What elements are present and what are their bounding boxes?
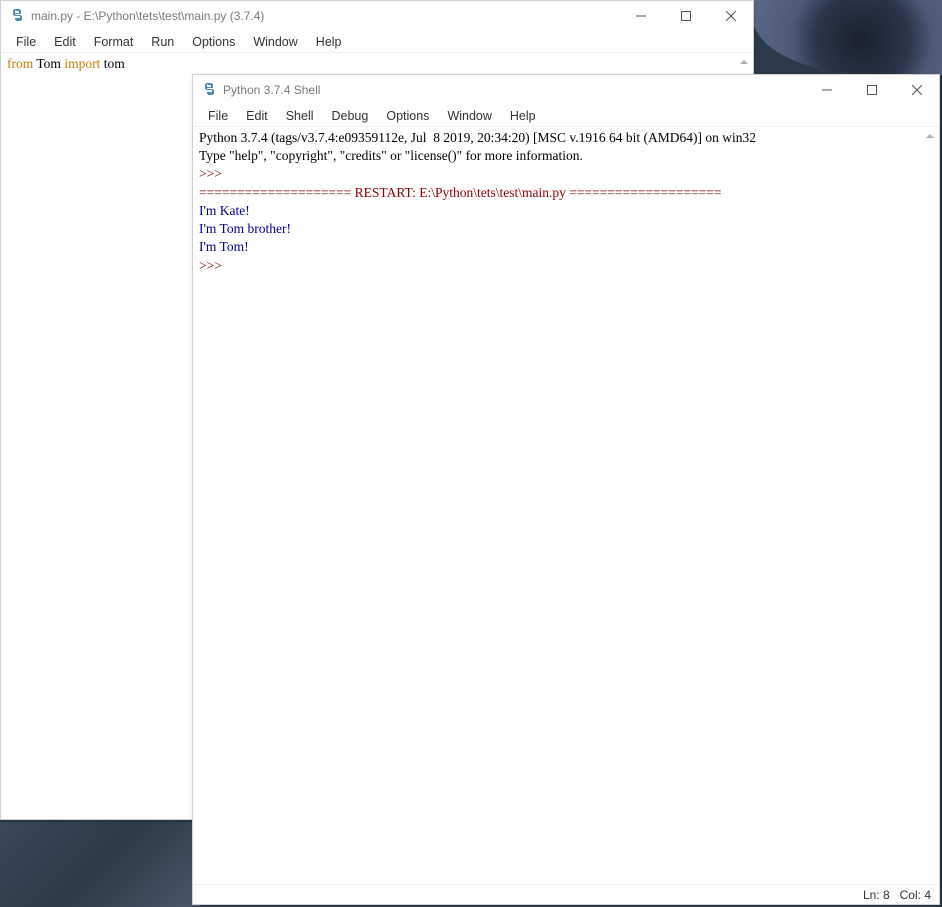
module-name: Tom	[33, 56, 64, 71]
editor-window-controls	[618, 1, 753, 31]
close-button[interactable]	[708, 1, 753, 31]
desktop-background-top	[752, 0, 942, 75]
shell-menubar: File Edit Shell Debug Options Window Hel…	[193, 105, 939, 127]
menu-file[interactable]: File	[199, 107, 237, 125]
minimize-button[interactable]	[804, 75, 849, 105]
menu-format[interactable]: Format	[85, 33, 143, 51]
editor-titlebar[interactable]: main.py - E:\Python\tets\test\main.py (3…	[1, 1, 753, 31]
menu-options[interactable]: Options	[377, 107, 438, 125]
editor-title: main.py - E:\Python\tets\test\main.py (3…	[31, 9, 618, 23]
shell-window-controls	[804, 75, 939, 105]
shell-titlebar[interactable]: Python 3.7.4 Shell	[193, 75, 939, 105]
code-line-1: from Tom import tom	[7, 55, 747, 73]
shell-banner-1: Python 3.7.4 (tags/v3.7.4:e09359112e, Ju…	[199, 129, 933, 147]
scroll-up-icon[interactable]	[923, 129, 937, 143]
menu-file[interactable]: File	[7, 33, 45, 51]
keyword-from: from	[7, 56, 33, 71]
desktop-background-bottom	[0, 822, 200, 907]
close-button[interactable]	[894, 75, 939, 105]
shell-output-1: I'm Kate!	[199, 202, 933, 220]
menu-options[interactable]: Options	[183, 33, 244, 51]
status-line: Ln: 8	[863, 888, 890, 902]
shell-restart-line: ==================== RESTART: E:\Python\…	[199, 184, 933, 202]
python-icon	[9, 8, 25, 24]
menu-edit[interactable]: Edit	[45, 33, 85, 51]
shell-output-3: I'm Tom!	[199, 238, 933, 256]
status-col: Col: 4	[900, 888, 931, 902]
editor-menubar: File Edit Format Run Options Window Help	[1, 31, 753, 53]
shell-title: Python 3.7.4 Shell	[223, 83, 804, 97]
menu-window[interactable]: Window	[244, 33, 306, 51]
shell-prompt-2: >>>	[199, 257, 933, 275]
idle-shell-window: Python 3.7.4 Shell File Edit Shell Debug…	[192, 74, 940, 905]
menu-debug[interactable]: Debug	[323, 107, 378, 125]
shell-prompt-1: >>>	[199, 165, 933, 183]
menu-shell[interactable]: Shell	[277, 107, 323, 125]
shell-statusbar: Ln: 8 Col: 4	[193, 884, 939, 904]
minimize-button[interactable]	[618, 1, 663, 31]
maximize-button[interactable]	[849, 75, 894, 105]
menu-edit[interactable]: Edit	[237, 107, 277, 125]
import-name: tom	[100, 56, 124, 71]
scroll-up-icon[interactable]	[737, 55, 751, 69]
shell-banner-2: Type "help", "copyright", "credits" or "…	[199, 147, 933, 165]
shell-output-2: I'm Tom brother!	[199, 220, 933, 238]
python-icon	[201, 82, 217, 98]
keyword-import: import	[64, 56, 100, 71]
shell-content[interactable]: Python 3.7.4 (tags/v3.7.4:e09359112e, Ju…	[193, 127, 939, 884]
menu-run[interactable]: Run	[142, 33, 183, 51]
maximize-button[interactable]	[663, 1, 708, 31]
menu-help[interactable]: Help	[307, 33, 351, 51]
menu-window[interactable]: Window	[438, 107, 500, 125]
menu-help[interactable]: Help	[501, 107, 545, 125]
